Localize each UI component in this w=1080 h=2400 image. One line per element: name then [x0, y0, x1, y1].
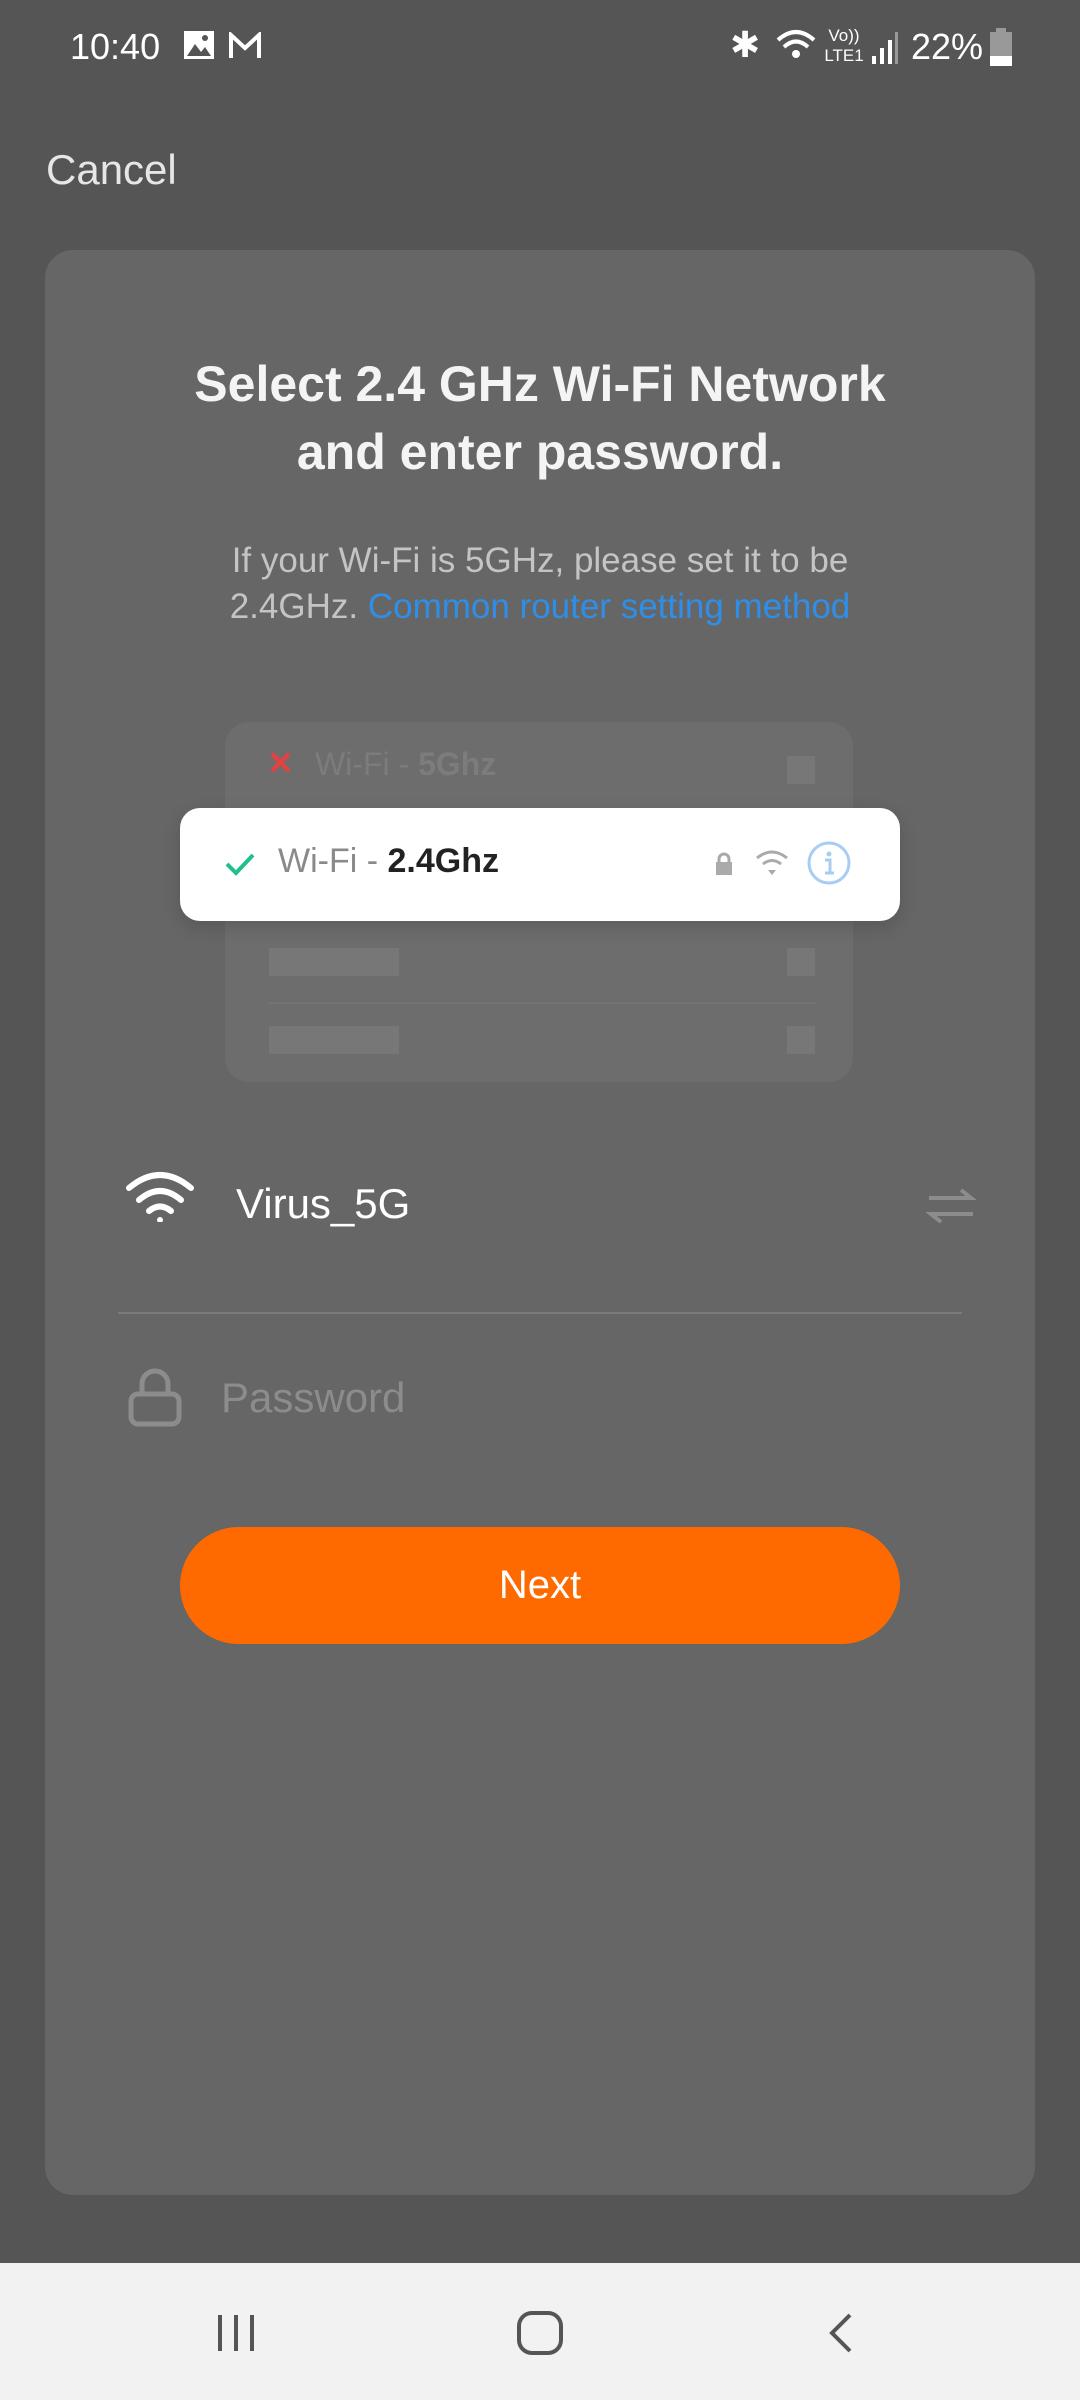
cross-icon: ✕ [267, 745, 294, 781]
ssid-field[interactable]: Virus_5G [236, 1180, 410, 1228]
lock-icon [716, 852, 732, 875]
wifi-setup-card: Select 2.4 GHz Wi-Fi Network and enter p… [45, 250, 1035, 2195]
switch-network-icon[interactable] [925, 1186, 977, 1226]
router-setting-link[interactable]: Common router setting method [368, 587, 850, 626]
page-title: Select 2.4 GHz Wi-Fi Network and enter p… [45, 350, 1035, 486]
check-icon [225, 853, 255, 876]
lock-icon [128, 1368, 182, 1427]
divider [118, 1312, 962, 1314]
battery-percent: 22% [911, 26, 984, 67]
bad-network-label: Wi-Fi - 5Ghz [315, 746, 497, 782]
info-icon[interactable] [806, 840, 852, 886]
password-input[interactable] [221, 1368, 921, 1428]
cancel-button[interactable]: Cancel [46, 146, 177, 194]
subtitle-prefix: 2.4GHz. [229, 587, 359, 626]
home-icon[interactable] [516, 2310, 564, 2356]
wifi-icon [756, 850, 788, 875]
status-bar: 10:40 ✱ Vo)) LTE1 22% [0, 22, 1080, 74]
network-example-row: Wi-Fi - 2.4Ghz [180, 808, 900, 921]
subtitle: If your Wi-Fi is 5GHz, please set it to … [105, 538, 975, 630]
recent-apps-icon[interactable] [214, 2313, 258, 2353]
good-network-label: Wi-Fi - 2.4Ghz [278, 842, 499, 880]
gmail-icon [229, 32, 261, 58]
title-line-2: and enter password. [296, 424, 784, 480]
gallery-icon [184, 31, 214, 59]
next-button[interactable]: Next [180, 1527, 900, 1644]
bluetooth-icon: ✱ [730, 24, 761, 65]
battery-icon [990, 28, 1012, 66]
wifi-icon [126, 1172, 194, 1222]
clock: 10:40 [70, 26, 161, 67]
subtitle-line-1: If your Wi-Fi is 5GHz, please set it to … [231, 541, 849, 580]
volte-label: Vo)) LTE1 [824, 26, 864, 65]
signal-icon [872, 32, 898, 64]
title-line-1: Select 2.4 GHz Wi-Fi Network [194, 356, 886, 412]
back-icon[interactable] [826, 2311, 856, 2355]
wifi-status-icon [776, 30, 816, 58]
navigation-bar [0, 2263, 1080, 2400]
